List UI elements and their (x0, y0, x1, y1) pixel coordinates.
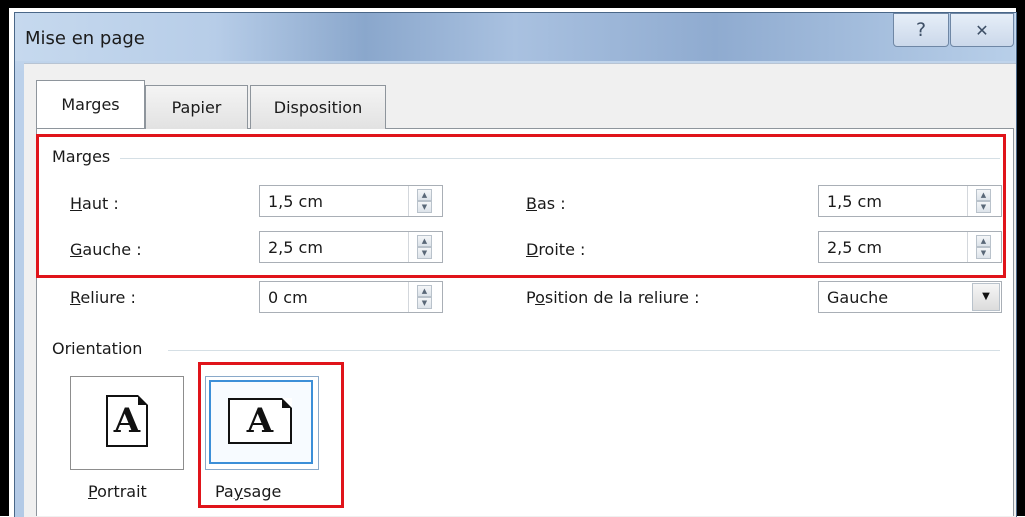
dialog-title: Mise en page (25, 28, 145, 49)
gutter-position-value: Gauche (827, 288, 889, 307)
spin-up-icon[interactable]: ▲ (417, 285, 432, 297)
screen-border-left (0, 0, 9, 516)
gutter-spin-buttons[interactable]: ▲ ▼ (408, 282, 442, 312)
tab-marges-label: Marges (61, 95, 120, 114)
help-icon: ? (915, 19, 927, 41)
gutter-value[interactable]: 0 cm (268, 288, 308, 307)
orientation-group-divider (168, 350, 1000, 351)
screen-border-top (0, 0, 1025, 8)
gutter-spinner[interactable]: 0 cm ▲ ▼ (259, 281, 443, 313)
chevron-down-icon[interactable]: ▼ (972, 283, 1000, 311)
spin-down-icon[interactable]: ▼ (417, 297, 432, 309)
margins-highlight-box (36, 134, 1006, 278)
help-button[interactable]: ? (893, 13, 949, 47)
close-icon: ✕ (975, 20, 989, 40)
portrait-label: Portrait (88, 482, 147, 501)
tab-disposition-label: Disposition (273, 98, 363, 117)
portrait-page-icon: A (106, 395, 148, 447)
portrait-button[interactable]: A (70, 376, 184, 470)
close-button[interactable]: ✕ (950, 13, 1014, 47)
orientation-group-label: Orientation (52, 339, 151, 358)
paysage-highlight-box (198, 362, 344, 508)
tab-marges[interactable]: Marges (36, 80, 145, 128)
tab-disposition[interactable]: Disposition (250, 85, 386, 129)
screen-border-right (1016, 0, 1025, 516)
gutter-label: Reliure : (70, 288, 136, 307)
tab-papier-label: Papier (171, 98, 222, 117)
title-bar (15, 13, 1015, 61)
gutter-position-dropdown[interactable]: Gauche ▼ (818, 281, 1002, 313)
gutter-position-label: Position de la reliure : (526, 288, 700, 307)
tab-papier[interactable]: Papier (145, 85, 248, 129)
